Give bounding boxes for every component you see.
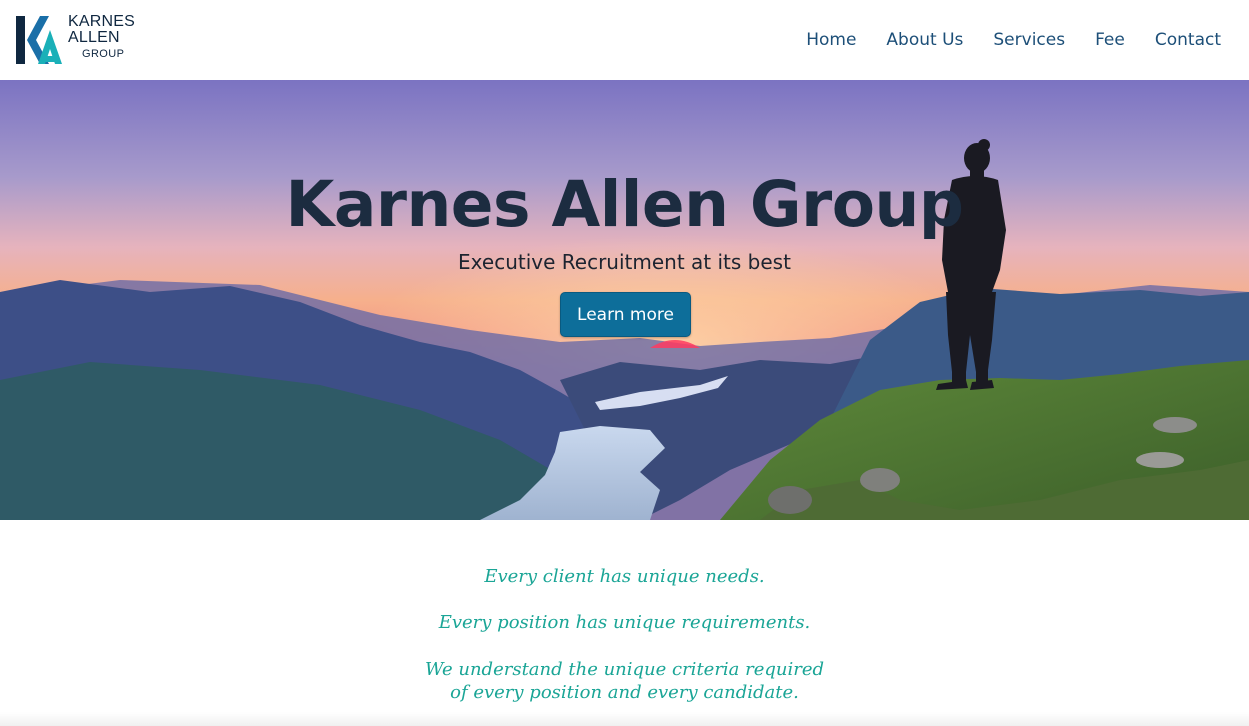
nav-about-us-link[interactable]: About Us [886, 28, 963, 52]
logo-line-group: GROUP [82, 48, 125, 60]
logo-line-karnes: KARNES [68, 13, 135, 30]
logo-line-allen: ALLEN [68, 29, 120, 46]
logo-wordmark: KARNES ALLEN GROUP [68, 14, 135, 62]
logo-mark-icon [16, 16, 62, 64]
bottom-shadow [0, 712, 1249, 726]
tagline-line-criteria-a: We understand the unique criteria requir… [424, 659, 825, 680]
logo[interactable]: KARNES ALLEN GROUP [16, 14, 135, 66]
tagline-line-positions: Every position has unique requirements. [438, 612, 811, 633]
learn-more-button[interactable]: Learn more [560, 292, 691, 337]
nav-services-link[interactable]: Services [993, 28, 1065, 52]
hero-title: Karnes Allen Group [285, 168, 964, 241]
nav-fee-link[interactable]: Fee [1095, 28, 1125, 52]
tagline-line-clients: Every client has unique needs. [484, 566, 765, 587]
site-header: KARNES ALLEN GROUP Home About Us Service… [0, 0, 1249, 80]
hero-banner: Karnes Allen Group Executive Recruitment… [0, 80, 1249, 520]
nav-contact-link[interactable]: Contact [1155, 28, 1221, 52]
tagline-line-criteria-b: of every position and every candidate. [450, 682, 799, 703]
tagline-line-criteria: We understand the unique criteria requir… [0, 658, 1249, 704]
tagline-section: Every client has unique needs. Every pos… [0, 520, 1249, 726]
main-nav: Home About Us Services Fee Contact [806, 28, 1221, 52]
hero-subtitle: Executive Recruitment at its best [458, 250, 791, 274]
nav-home-link[interactable]: Home [806, 28, 856, 52]
